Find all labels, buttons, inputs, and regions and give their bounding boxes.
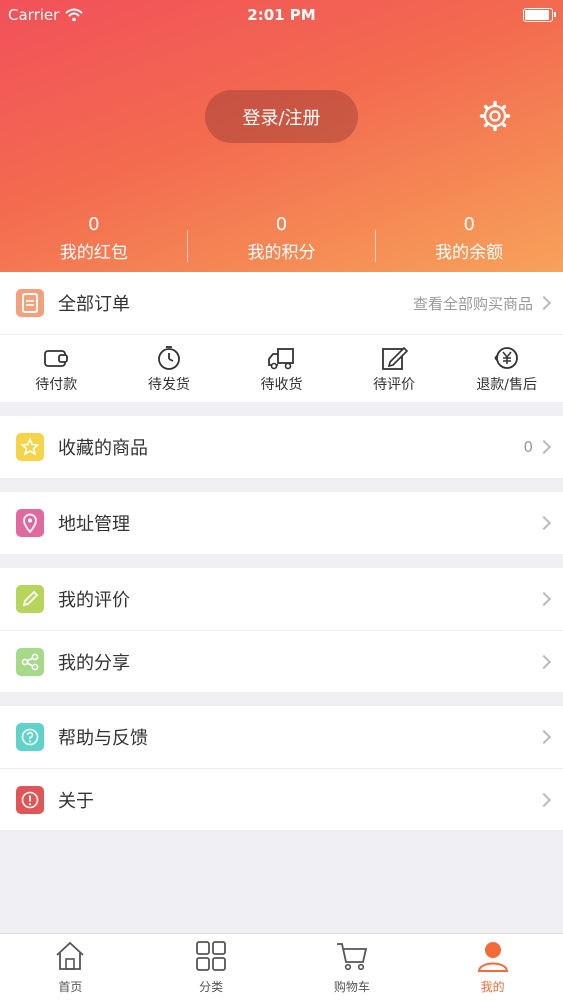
tab-home[interactable]: 首页 [0, 934, 141, 1000]
my-reviews-row[interactable]: 我的评价 [0, 568, 563, 630]
divider [187, 230, 188, 262]
info-alert-icon [16, 785, 44, 814]
tab-label: 分类 [199, 980, 224, 994]
pencil-icon [16, 585, 44, 613]
about-title: 关于 [58, 790, 94, 812]
status-bar: Carrier 2:01 PM [0, 0, 563, 30]
cart-icon [336, 943, 368, 971]
login-register-button[interactable]: 登录/注册 [205, 90, 358, 143]
chevron-right-icon [536, 792, 552, 807]
my-shares-title: 我的分享 [58, 652, 130, 674]
clock-icon [157, 345, 180, 370]
chevron-right-icon [536, 439, 552, 455]
help-feedback-row[interactable]: 帮助与反馈 [0, 706, 563, 768]
orders-section: 全部订单 查看全部购买商品 待付款 待发货 待收货 待评价 退款/售后 [0, 272, 563, 402]
my-shares-row[interactable]: 我的分享 [0, 630, 563, 692]
help-feedback-title: 帮助与反馈 [58, 728, 148, 749]
favorites-title: 收藏的商品 [58, 438, 148, 459]
all-orders-title: 全部订单 [58, 294, 130, 315]
tab-label: 我的 [480, 980, 505, 994]
stat-value: 0 [275, 214, 288, 235]
stat-red-packet[interactable]: 0 我的红包 [0, 212, 188, 270]
order-status-label: 待付款 [35, 376, 78, 393]
help-about-section: 帮助与反馈 关于 [0, 706, 563, 830]
grid-icon [196, 941, 227, 971]
order-pending-shipment[interactable]: 待发货 [113, 335, 226, 402]
truck-icon [268, 347, 295, 369]
account-stats: 0 我的红包 0 我的积分 0 我的余额 [0, 212, 563, 270]
order-status-label: 退款/售后 [476, 376, 538, 393]
stat-label: 我的红包 [59, 243, 128, 263]
order-pending-review[interactable]: 待评价 [338, 335, 451, 402]
address-title: 地址管理 [58, 514, 130, 535]
tab-category[interactable]: 分类 [141, 934, 282, 1000]
stat-points[interactable]: 0 我的积分 [188, 212, 376, 270]
reviews-shares-section: 我的评价 我的分享 [0, 568, 563, 692]
stat-balance[interactable]: 0 我的余额 [375, 212, 563, 270]
favorites-row[interactable]: 收藏的商品 0 [0, 416, 563, 478]
address-row[interactable]: 地址管理 [0, 492, 563, 554]
favorites-count: 0 [523, 438, 533, 456]
battery-icon [523, 8, 556, 22]
order-pending-receipt[interactable]: 待收货 [225, 335, 338, 402]
order-pending-payment[interactable]: 待付款 [0, 335, 113, 402]
home-icon [56, 941, 84, 970]
stat-value: 0 [88, 214, 100, 235]
settings-icon[interactable] [479, 100, 511, 132]
order-status-label: 待收货 [260, 376, 303, 393]
stat-label: 我的积分 [247, 243, 316, 263]
share-icon [16, 647, 44, 676]
edit-icon [382, 346, 409, 370]
location-pin-icon [16, 509, 44, 537]
refund-icon [494, 346, 518, 369]
status-time: 2:01 PM [247, 6, 316, 24]
favorites-section: 收藏的商品 0 [0, 416, 563, 478]
chevron-right-icon [536, 295, 552, 311]
star-icon [16, 433, 44, 461]
order-doc-icon [16, 289, 44, 317]
wallet-icon [44, 349, 69, 367]
divider [375, 230, 376, 262]
address-section: 地址管理 [0, 492, 563, 554]
about-row[interactable]: 关于 [0, 768, 563, 830]
tab-cart[interactable]: 购物车 [282, 934, 423, 1000]
order-status-label: 待评价 [373, 376, 416, 393]
order-status-row: 待付款 待发货 待收货 待评价 退款/售后 [0, 334, 563, 402]
profile-header: Carrier 2:01 PM 登录/注册 0 我的红包 0 我的积分 0 我的… [0, 0, 563, 272]
order-refund-aftersale[interactable]: 退款/售后 [450, 335, 563, 402]
chevron-right-icon [536, 654, 552, 669]
tab-label: 首页 [58, 980, 83, 994]
chevron-right-icon [536, 515, 552, 531]
order-status-label: 待发货 [147, 376, 190, 393]
chevron-right-icon [536, 591, 552, 607]
all-orders-row[interactable]: 全部订单 查看全部购买商品 [0, 272, 563, 334]
stat-label: 我的余额 [435, 243, 504, 263]
view-all-orders-link[interactable]: 查看全部购买商品 [413, 293, 533, 314]
stat-value: 0 [463, 214, 475, 235]
my-reviews-title: 我的评价 [58, 590, 130, 611]
question-icon [16, 723, 44, 751]
tab-label: 购物车 [333, 980, 370, 994]
tab-mine[interactable]: 我的 [422, 934, 563, 1000]
tab-bar: 首页 分类 购物车 我的 [0, 933, 563, 1000]
user-icon [477, 942, 508, 972]
chevron-right-icon [536, 729, 552, 745]
